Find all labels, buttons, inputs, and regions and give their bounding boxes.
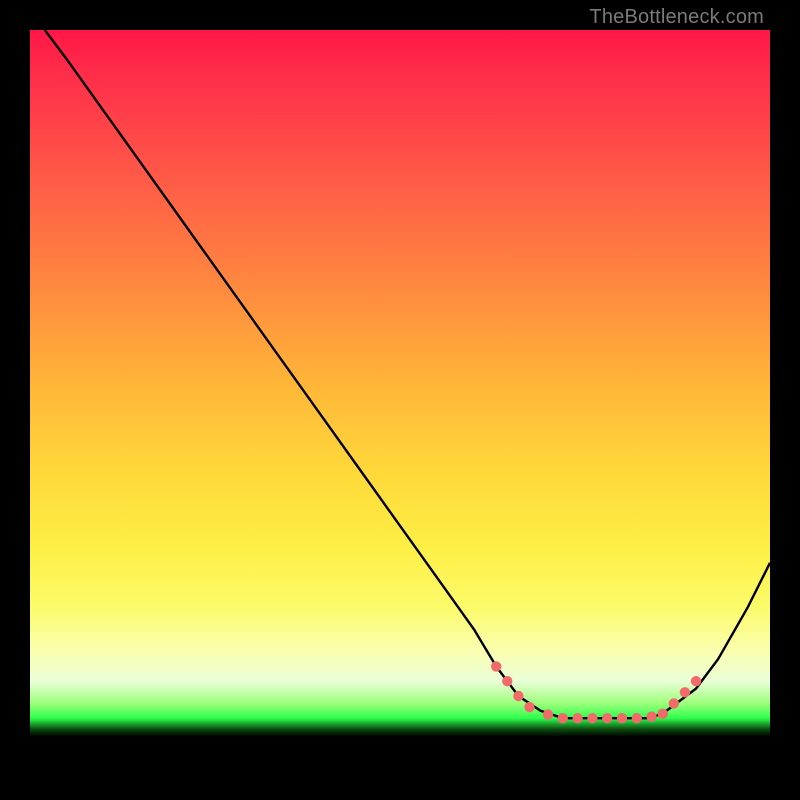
curve-marker: [502, 676, 512, 686]
curve-svg: [30, 30, 770, 770]
plot-area: [30, 30, 770, 770]
curve-marker: [691, 676, 701, 686]
curve-marker: [587, 713, 597, 723]
curve-marker: [491, 661, 501, 671]
chart-frame: TheBottleneck.com: [0, 0, 800, 800]
bottleneck-curve: [45, 30, 770, 718]
curve-marker: [680, 687, 690, 697]
curve-markers: [491, 661, 701, 723]
curve-marker: [513, 691, 523, 701]
curve-marker: [632, 713, 642, 723]
curve-marker: [669, 698, 679, 708]
curve-marker: [543, 709, 553, 719]
watermark-text: TheBottleneck.com: [589, 6, 764, 29]
curve-marker: [558, 713, 568, 723]
curve-marker: [646, 712, 656, 722]
curve-marker: [602, 713, 612, 723]
curve-marker: [572, 713, 582, 723]
curve-marker: [658, 709, 668, 719]
curve-marker: [524, 702, 534, 712]
curve-marker: [617, 713, 627, 723]
